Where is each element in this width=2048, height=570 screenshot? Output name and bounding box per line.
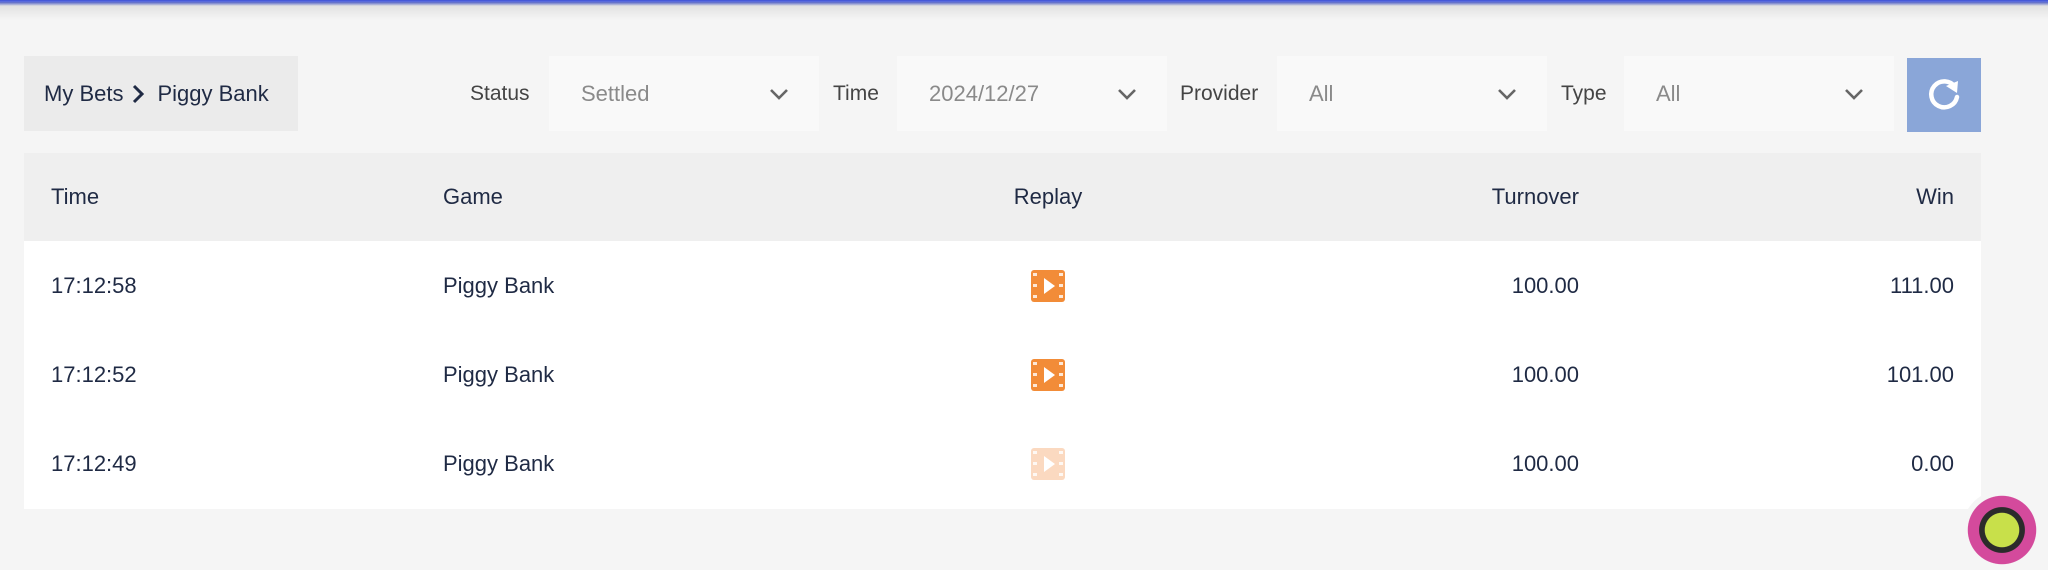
replay-button[interactable] <box>984 330 1112 419</box>
refresh-button[interactable] <box>1907 58 1981 132</box>
chevron-down-icon <box>1118 88 1136 100</box>
time-select-value: 2024/12/27 <box>929 80 1040 106</box>
breadcrumb-current: Piggy Bank <box>157 80 269 106</box>
replay-button[interactable] <box>984 241 1112 330</box>
header-replay: Replay <box>1013 184 1083 209</box>
time-label: Time <box>833 81 879 105</box>
cell-game: Piggy Bank <box>443 272 555 298</box>
video-play-icon <box>1031 447 1065 480</box>
breadcrumb-root[interactable]: My Bets <box>44 81 123 107</box>
top-shadow <box>0 2 2048 20</box>
type-select-value: All <box>1656 80 1681 106</box>
cell-turnover: 100.00 <box>1511 272 1579 298</box>
type-label: Type <box>1561 81 1607 105</box>
cell-turnover: 100.00 <box>1511 450 1579 476</box>
cell-win: 111.00 <box>1889 272 1954 298</box>
provider-select[interactable]: All <box>1277 56 1547 131</box>
status-select-value: Settled <box>581 80 650 106</box>
chevron-right-icon <box>131 83 149 105</box>
cell-win: 0.00 <box>1911 450 1954 476</box>
breadcrumb: My Bets Piggy Bank <box>24 56 298 131</box>
table-row: 17:12:58 Piggy Bank 100.00 111.00 <box>24 241 1981 330</box>
cell-game: Piggy Bank <box>443 450 555 476</box>
table-row: 17:12:52 Piggy Bank 100.00 101.00 <box>24 330 1981 419</box>
provider-select-value: All <box>1309 80 1334 106</box>
cell-time: 17:12:58 <box>51 272 137 298</box>
replay-button-disabled <box>984 419 1112 508</box>
chevron-down-icon <box>770 88 788 100</box>
header-turnover: Turnover <box>1491 184 1579 209</box>
header-win: Win <box>1916 184 1954 209</box>
type-select[interactable]: All <box>1624 56 1894 131</box>
bets-table: Time Game Replay Turnover Win 17:12:58 P… <box>24 153 1981 509</box>
provider-label: Provider <box>1180 81 1259 105</box>
table-header: Time Game Replay Turnover Win <box>24 153 1981 241</box>
cell-win: 101.00 <box>1886 361 1954 387</box>
table-row: 17:12:49 Piggy Bank 100.00 0.00 <box>24 419 1981 508</box>
chevron-down-icon <box>1845 88 1863 100</box>
video-play-icon <box>1031 269 1065 302</box>
cell-game: Piggy Bank <box>443 361 555 387</box>
cell-turnover: 100.00 <box>1511 361 1579 387</box>
refresh-icon <box>1929 79 1960 110</box>
cell-time: 17:12:49 <box>51 450 137 476</box>
video-play-icon <box>1031 358 1065 391</box>
status-select[interactable]: Settled <box>549 56 819 131</box>
floating-widget-icon[interactable] <box>1962 490 2042 570</box>
header-game: Game <box>443 184 503 209</box>
chevron-down-icon <box>1498 88 1516 100</box>
status-label: Status <box>470 81 530 105</box>
cell-time: 17:12:52 <box>51 361 137 387</box>
header-time: Time <box>51 184 100 209</box>
time-select[interactable]: 2024/12/27 <box>897 56 1167 131</box>
